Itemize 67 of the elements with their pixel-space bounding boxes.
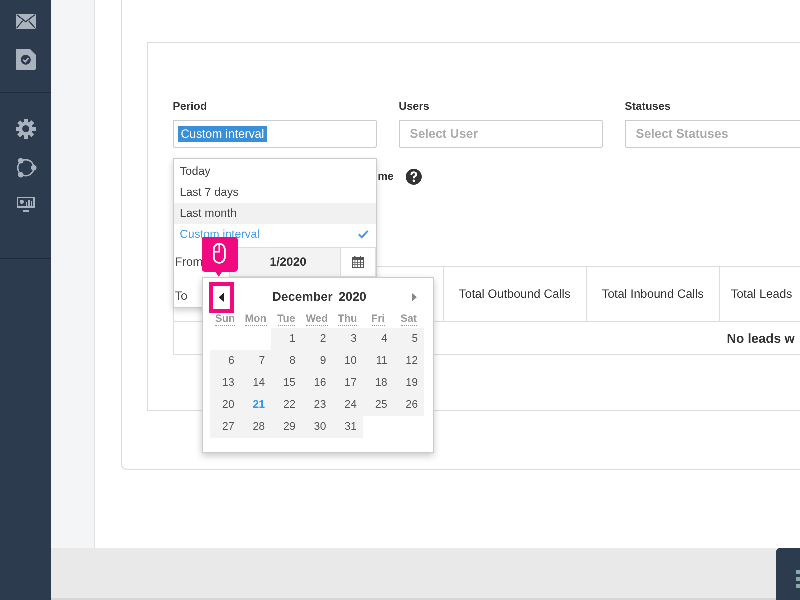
- calendar-day[interactable]: 10: [332, 350, 363, 372]
- calendar-day[interactable]: 14: [240, 372, 272, 394]
- check-icon: [358, 230, 369, 239]
- calendar-day[interactable]: 29: [271, 416, 302, 438]
- calendar-day[interactable]: 1: [271, 328, 302, 350]
- calendar-day[interactable]: 3: [332, 328, 363, 350]
- calendar-day[interactable]: 23: [302, 394, 332, 416]
- calendar-day[interactable]: 2: [302, 328, 332, 350]
- column-header: Total Outbound Calls: [459, 287, 571, 301]
- menu-option[interactable]: Last month: [174, 203, 376, 224]
- calendar-day[interactable]: 16: [302, 372, 332, 394]
- calendar-day[interactable]: 31: [332, 416, 363, 438]
- column-header: Total Inbound Calls: [602, 287, 704, 301]
- from-label: From: [174, 255, 204, 269]
- calendar-day[interactable]: 19: [394, 372, 424, 394]
- mail-icon[interactable]: [16, 14, 36, 29]
- calendar-day[interactable]: 5: [394, 328, 424, 350]
- menu-option[interactable]: Today: [174, 161, 376, 182]
- calendar-day[interactable]: 4: [362, 328, 394, 350]
- weekday-label: Wed: [306, 314, 328, 326]
- calendar-day[interactable]: 30: [302, 416, 332, 438]
- calendar-day[interactable]: 25: [362, 394, 394, 416]
- chat-toggle-tab[interactable]: [776, 548, 800, 600]
- calendar-day[interactable]: 28: [240, 416, 272, 438]
- calendar-day[interactable]: 9: [302, 350, 332, 372]
- calendar-day[interactable]: 20: [210, 394, 241, 416]
- caret-left-icon: [219, 292, 224, 302]
- dots-icon: [796, 570, 800, 588]
- calendar-day[interactable]: 27: [210, 416, 241, 438]
- weekday-label: Tue: [278, 314, 296, 326]
- previous-month-button[interactable]: [209, 282, 234, 312]
- calendar-day[interactable]: 11: [362, 350, 394, 372]
- calendar-day[interactable]: 8: [271, 350, 302, 372]
- weekday-label: Mon: [245, 314, 267, 326]
- filter-label: Statuses: [625, 101, 671, 113]
- weekday-label: Thu: [338, 314, 358, 326]
- filter-label: Period: [173, 101, 208, 113]
- date-input[interactable]: 1/2020: [229, 247, 341, 277]
- filter-label: Users: [399, 101, 430, 113]
- calendar-day[interactable]: 13: [210, 372, 241, 394]
- weekday-label: Sun: [215, 314, 236, 326]
- calendar-day[interactable]: 17: [332, 372, 363, 394]
- monitor-chart-icon[interactable]: [16, 197, 34, 212]
- calendar-day[interactable]: 18: [362, 372, 394, 394]
- year-title: 2020: [338, 290, 367, 304]
- calendar-icon: [352, 256, 364, 268]
- calendar-day[interactable]: 26: [394, 394, 424, 416]
- calendar-day[interactable]: 6: [210, 350, 241, 372]
- weekday-label: Fri: [372, 314, 385, 326]
- task-check-icon[interactable]: [16, 49, 36, 70]
- menu-option[interactable]: Last 7 days: [174, 182, 376, 203]
- column-header: Total Leads: [731, 287, 792, 301]
- option-label: me: [378, 171, 394, 183]
- to-label: To: [175, 289, 188, 303]
- calendar-day[interactable]: 22: [271, 394, 302, 416]
- calendar-day[interactable]: 12: [394, 350, 424, 372]
- month-title: December: [272, 290, 333, 304]
- select-field[interactable]: Custom interval: [173, 120, 377, 148]
- share-nodes-icon[interactable]: [14, 158, 36, 178]
- empty-table-message: No leads w: [727, 330, 795, 346]
- weekday-label: Sat: [400, 314, 418, 326]
- calendar-day[interactable]: 24: [332, 394, 363, 416]
- settings-icon[interactable]: [16, 119, 36, 139]
- calendar-day[interactable]: 7: [240, 350, 272, 372]
- calendar-day[interactable]: 15: [271, 372, 302, 394]
- caret-right-icon: [412, 292, 418, 302]
- help-icon[interactable]: [406, 169, 422, 185]
